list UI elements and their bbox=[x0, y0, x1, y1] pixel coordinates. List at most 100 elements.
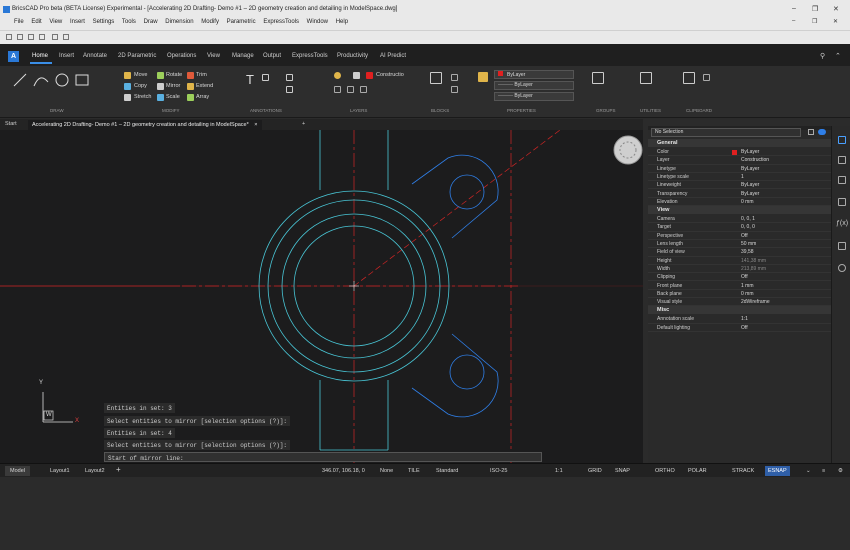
paste-icon[interactable] bbox=[683, 72, 695, 84]
copy-button[interactable]: Copy bbox=[134, 83, 147, 89]
trim-button[interactable]: Trim bbox=[196, 72, 207, 78]
menu-draw[interactable]: Draw bbox=[144, 19, 158, 25]
structure-panel-icon[interactable] bbox=[838, 242, 846, 250]
property-row[interactable]: Front plane 1 mm bbox=[648, 282, 831, 290]
close-button[interactable]: ✕ bbox=[833, 5, 839, 13]
linetype-dropdown[interactable]: ——— ByLayer bbox=[494, 81, 574, 90]
status-annotation-scale[interactable]: 1:1 bbox=[555, 468, 563, 474]
layers-panel-icon[interactable] bbox=[838, 156, 846, 164]
property-row[interactable]: Target 0, 0, 0 bbox=[648, 223, 831, 232]
lineweight-dropdown[interactable]: ——— ByLayer bbox=[494, 92, 574, 101]
redo-icon[interactable] bbox=[63, 34, 69, 40]
property-row[interactable]: Transparency ByLayer bbox=[648, 190, 831, 198]
section-view[interactable]: View bbox=[648, 206, 831, 215]
menu-dimension[interactable]: Dimension bbox=[165, 19, 193, 25]
property-row[interactable]: Visual style 2dWireframe bbox=[648, 298, 831, 307]
app-menu-button[interactable]: A bbox=[8, 51, 19, 62]
layer-light-icon[interactable] bbox=[334, 72, 341, 79]
save-icon[interactable] bbox=[28, 34, 34, 40]
tab-annotate[interactable]: Annotate bbox=[83, 53, 107, 59]
property-row[interactable]: Elevation 0 mm bbox=[648, 198, 831, 207]
status-ortho[interactable]: ORTHO bbox=[655, 468, 675, 474]
menu-insert[interactable]: Insert bbox=[70, 19, 85, 25]
minimize-button[interactable]: – bbox=[792, 5, 796, 12]
property-row[interactable]: Lens length 50 mm bbox=[648, 240, 831, 249]
array-button[interactable]: Array bbox=[196, 94, 209, 100]
ribbon-collapse-icon[interactable]: ⌃ bbox=[835, 52, 841, 60]
tab-view[interactable]: View bbox=[207, 53, 220, 59]
open-file-icon[interactable] bbox=[17, 34, 23, 40]
layer-value[interactable]: Constructio bbox=[376, 72, 404, 78]
menu-file[interactable]: File bbox=[14, 19, 24, 25]
scale-button[interactable]: Scale bbox=[166, 94, 180, 100]
status-esnap[interactable]: ESNAP bbox=[765, 466, 790, 476]
doc-minimize-button[interactable]: – bbox=[792, 18, 795, 24]
select-objects-icon[interactable] bbox=[808, 129, 814, 135]
status-strack[interactable]: STRACK bbox=[732, 468, 754, 474]
tab-manage[interactable]: Manage bbox=[232, 53, 254, 59]
status-dim-style[interactable]: ISO-25 bbox=[490, 468, 507, 474]
tab-2d-parametric[interactable]: 2D Parametric bbox=[118, 53, 156, 59]
block-create-icon[interactable] bbox=[451, 74, 458, 81]
fillet-button[interactable]: Extend bbox=[196, 83, 213, 89]
properties-panel-icon[interactable] bbox=[838, 136, 846, 144]
tab-expresstools[interactable]: ExpressTools bbox=[292, 53, 328, 59]
new-tab-button[interactable]: + bbox=[302, 121, 305, 127]
status-grid[interactable]: GRID bbox=[588, 468, 602, 474]
color-dropdown[interactable]: ByLayer bbox=[494, 70, 574, 79]
parameters-panel-icon[interactable]: ƒ(x) bbox=[836, 220, 848, 228]
menu-help[interactable]: Help bbox=[336, 19, 348, 25]
draw-tools-icons[interactable] bbox=[10, 70, 95, 90]
cloud-panel-icon[interactable] bbox=[838, 264, 846, 272]
match-properties-icon[interactable] bbox=[478, 72, 488, 82]
status-snap[interactable]: SNAP bbox=[615, 468, 630, 474]
dimension-icon[interactable] bbox=[262, 74, 269, 81]
tab-insert[interactable]: Insert bbox=[59, 53, 74, 59]
quick-select-icon[interactable] bbox=[818, 129, 826, 135]
section-general[interactable]: General bbox=[648, 139, 831, 147]
layer-lock-icon[interactable] bbox=[353, 72, 360, 79]
table-icon[interactable] bbox=[286, 86, 293, 93]
doc-close-button[interactable]: ✕ bbox=[833, 18, 838, 25]
tab-productivity[interactable]: Productivity bbox=[337, 53, 368, 59]
doc-restore-button[interactable]: ❐ bbox=[812, 18, 817, 25]
menu-settings[interactable]: Settings bbox=[93, 19, 115, 25]
tab-output[interactable]: Output bbox=[263, 53, 281, 59]
property-row[interactable]: Height 141,38 mm bbox=[648, 257, 831, 265]
property-row[interactable]: Linetype ByLayer bbox=[648, 165, 831, 173]
property-row[interactable]: Linetype scale 1 bbox=[648, 173, 831, 182]
search-icon[interactable]: ⚲ bbox=[820, 52, 825, 60]
layer-match-icon[interactable] bbox=[347, 86, 354, 93]
status-settings-icon[interactable]: ⚙ bbox=[838, 468, 843, 474]
menu-window[interactable]: Window bbox=[307, 19, 328, 25]
navigation-wheel-icon[interactable] bbox=[613, 135, 643, 165]
status-none[interactable]: None bbox=[380, 468, 393, 474]
add-layout-button[interactable]: + bbox=[116, 465, 121, 474]
property-row[interactable]: Layer Construction bbox=[648, 156, 831, 165]
menu-tools[interactable]: Tools bbox=[122, 19, 136, 25]
section-misc[interactable]: Misc bbox=[648, 306, 831, 315]
block-edit-icon[interactable] bbox=[451, 86, 458, 93]
layer-previous-icon[interactable] bbox=[360, 86, 367, 93]
menu-expresstools[interactable]: ExpressTools bbox=[263, 19, 299, 25]
layout1-tab[interactable]: Layout1 bbox=[50, 468, 70, 474]
leader-icon[interactable] bbox=[286, 74, 293, 81]
tab-home[interactable]: Home bbox=[32, 53, 48, 59]
cut-icon[interactable] bbox=[703, 74, 710, 81]
status-polar[interactable]: POLAR bbox=[688, 468, 707, 474]
print-icon[interactable] bbox=[39, 34, 45, 40]
layout2-tab[interactable]: Layout2 bbox=[85, 468, 105, 474]
menu-edit[interactable]: Edit bbox=[31, 19, 41, 25]
menu-parametric[interactable]: Parametric bbox=[227, 19, 256, 25]
start-tab[interactable]: Start bbox=[5, 121, 17, 127]
menu-view[interactable]: View bbox=[49, 19, 62, 25]
attach-panel-icon[interactable] bbox=[838, 176, 846, 184]
rotate-button[interactable]: Rotate bbox=[166, 72, 182, 78]
text-tool-icon[interactable]: T bbox=[246, 72, 254, 87]
status-expand-icon[interactable]: ⌄ bbox=[806, 468, 811, 474]
library-panel-icon[interactable] bbox=[838, 198, 846, 206]
insert-block-icon[interactable] bbox=[430, 72, 442, 84]
property-row[interactable]: Color ByLayer bbox=[648, 148, 831, 157]
close-tab-icon[interactable]: × bbox=[254, 122, 257, 128]
mirror-button[interactable]: Mirror bbox=[166, 83, 180, 89]
